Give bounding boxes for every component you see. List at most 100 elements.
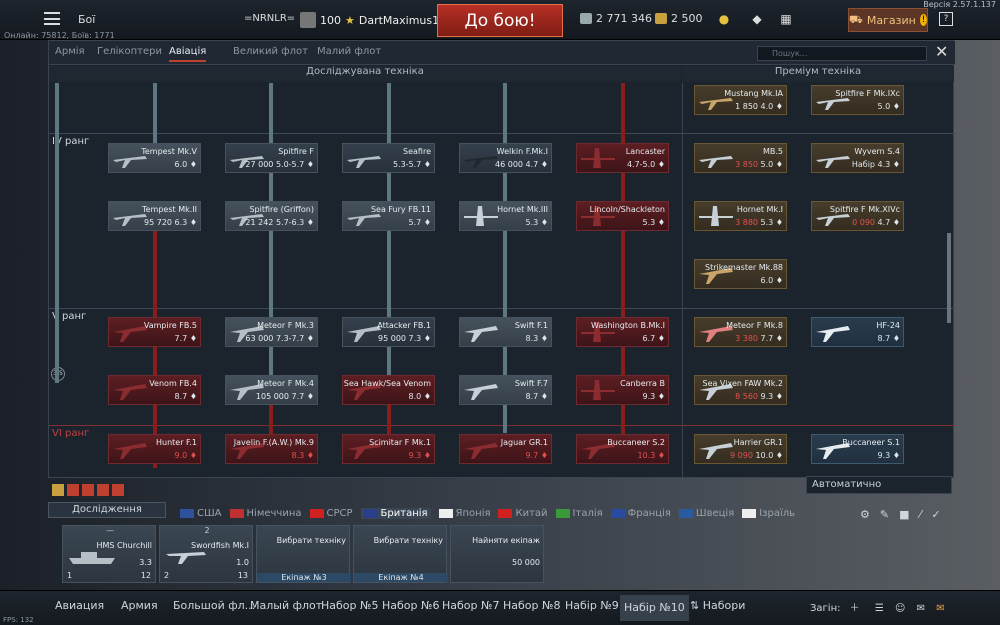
vehicle-card[interactable]: Spitfire (Griffon) 21 242 5.7-6.3 ♦ — [225, 201, 318, 231]
vehicle-card[interactable]: Scimitar F Mk.1 9.3 ♦ — [342, 434, 435, 464]
sort-icon[interactable]: ⁄ — [920, 508, 922, 521]
auto-select[interactable]: Автоматично — [806, 476, 952, 494]
vehicle-card[interactable]: Seafire 5.3-5.7 ♦ — [342, 143, 435, 173]
square-icon[interactable]: ■ — [899, 508, 909, 521]
premium-vehicle-card[interactable]: MB.5 3 850 5.0 ♦ — [694, 143, 787, 173]
vehicle-card[interactable]: Sea Fury FB.11 5.7 ♦ — [342, 201, 435, 231]
hire-crew-slot[interactable]: Найняти екіпаж 50 000 — [450, 525, 544, 583]
wrench-icon[interactable]: ✎ — [880, 508, 889, 521]
vehicle-card[interactable]: Swift F.1 8.3 ♦ — [459, 317, 552, 347]
cart-icon: ⛟ — [849, 12, 863, 26]
player-info[interactable]: 100 ★ DartMaximus1 — [300, 8, 439, 32]
vehicle-card[interactable]: Canberra B 9.3 ♦ — [576, 375, 669, 405]
premium-vehicle-card[interactable]: Mustang Mk.IA 1 850 4.0 ♦ — [694, 85, 787, 115]
tab-helicopters[interactable]: Гелікоптери — [97, 46, 162, 57]
help-button[interactable]: ? — [939, 12, 953, 26]
vehicle-card[interactable]: Meteor F Mk.4 105 000 7.7 ♦ — [225, 375, 318, 405]
add-icon[interactable]: ＋ — [850, 603, 860, 614]
battle-button[interactable]: До бою! — [437, 4, 563, 37]
tab-aviation[interactable]: Авіація — [169, 46, 207, 62]
nation-italy[interactable]: Італія — [555, 508, 603, 519]
connector-line — [153, 83, 157, 143]
vehicle-card[interactable]: Attacker FB.1 95 000 7.3 ♦ — [342, 317, 435, 347]
list-icon[interactable]: ☰ — [875, 603, 884, 614]
scrollbar[interactable] — [947, 233, 951, 323]
vehicle-card[interactable]: Lincoln/Shackleton 5.3 ♦ — [576, 201, 669, 231]
tab-bluewater[interactable]: Великий флот — [233, 46, 308, 57]
vehicle-card[interactable]: Spitfire F 27 000 5.0-5.7 ♦ — [225, 143, 318, 173]
nation-germany[interactable]: Німеччина — [229, 508, 302, 519]
premium-vehicle-card[interactable]: Buccaneer S.1 9.3 ♦ — [811, 434, 904, 464]
crew-slot[interactable]: — HMS Churchill 3.3 1 12 — [62, 525, 156, 583]
vehicle-card[interactable]: Vampire FB.5 7.7 ♦ — [108, 317, 201, 347]
vehicle-card[interactable]: Venom FB.4 8.7 ♦ — [108, 375, 201, 405]
nation-china[interactable]: Китай — [498, 508, 548, 519]
crew-slot[interactable]: 2 Swordfish Mk.I 1.0 2 13 — [159, 525, 253, 583]
nation-usa[interactable]: США — [180, 508, 222, 519]
tab-army[interactable]: Армія — [55, 46, 85, 57]
preset-tab[interactable]: Набір №9 — [565, 599, 619, 612]
gold-icon — [655, 13, 667, 24]
crew-slot-empty[interactable]: Вибрати техніку Екіпаж №3 — [256, 525, 351, 583]
vehicle-card[interactable]: Sea Hawk/Sea Venom 8.0 ♦ — [342, 375, 435, 405]
presets-menu[interactable]: ⇅ Набори — [690, 599, 745, 612]
nation-japan[interactable]: Японія — [438, 508, 490, 519]
vehicle-card[interactable]: Jaguar GR.1 9.7 ♦ — [459, 434, 552, 464]
preset-tab[interactable]: Авиация — [55, 599, 104, 612]
gear-icon[interactable]: ⚙ — [860, 508, 870, 521]
preset-tab[interactable]: Набор №7 — [442, 599, 499, 612]
preset-tab[interactable]: Малый флот — [250, 599, 322, 612]
research-dropdown[interactable]: Дослідження — [48, 502, 166, 518]
premium-vehicle-card[interactable]: Wyvern S.4 Набір 4.3 ♦ — [811, 143, 904, 173]
tickets-icon[interactable]: ▦ — [779, 12, 793, 26]
nation-ussr[interactable]: СРСР — [309, 508, 353, 519]
preset-tab[interactable]: Набор №6 — [382, 599, 439, 612]
premium-vehicle-card[interactable]: Harrier GR.1 9 090 10.0 ♦ — [694, 434, 787, 464]
preset-tab[interactable]: Набор №5 — [321, 599, 378, 612]
preset-tab[interactable]: Большой фл... — [173, 599, 255, 612]
menu-icon[interactable] — [44, 12, 60, 25]
vehicle-card[interactable]: Meteor F Mk.3 63 000 7.3-7.7 ♦ — [225, 317, 318, 347]
premium-icon[interactable]: ◆ — [750, 12, 764, 26]
search-input[interactable]: Пошук... — [757, 46, 927, 61]
close-icon[interactable]: ✕ — [935, 43, 948, 61]
crew-slot-empty[interactable]: Вибрати техніку Екіпаж №4 — [353, 525, 448, 583]
vehicle-card[interactable]: Swift F.7 8.7 ♦ — [459, 375, 552, 405]
premium-vehicle-card[interactable]: Spitfire F Mk.IXc 5.0 ♦ — [811, 85, 904, 115]
premium-vehicle-card[interactable]: Hornet Mk.I 3 880 5.3 ♦ — [694, 201, 787, 231]
silver-icon — [580, 13, 592, 24]
tab-coastal[interactable]: Малий флот — [317, 46, 381, 57]
game-mode[interactable]: Бої — [78, 13, 95, 26]
premium-vehicle-card[interactable]: Sea Vixen FAW Mk.2 8 560 9.3 ♦ — [694, 375, 787, 405]
nation-britain[interactable]: Британія — [360, 508, 431, 519]
premium-vehicle-card[interactable]: Meteor F Mk.8 3 380 7.7 ♦ — [694, 317, 787, 347]
premium-vehicle-card[interactable]: Strikemaster Mk.88 6.0 ♦ — [694, 259, 787, 289]
premium-vehicle-card[interactable]: Spitfire F Mk.XIVc 0 090 4.7 ♦ — [811, 201, 904, 231]
squad-tag: =NRNLR= — [244, 13, 296, 24]
vehicle-card[interactable]: Lancaster 4.7-5.0 ♦ — [576, 143, 669, 173]
check-icon[interactable]: ✓ — [931, 508, 940, 521]
vehicle-card[interactable]: Tempest Mk.V 6.0 ♦ — [108, 143, 201, 173]
nation-israel[interactable]: Ізраїль — [742, 508, 795, 519]
vehicle-card[interactable]: Buccaneer S.2 10.3 ♦ — [576, 434, 669, 464]
preset-tab[interactable]: Армия — [121, 599, 158, 612]
friends-icon[interactable]: ☺ — [895, 603, 905, 614]
mail-icon[interactable]: ✉ — [936, 603, 944, 614]
vehicle-card[interactable]: Welkin F.Mk.I 46 000 4.7 ♦ — [459, 143, 552, 173]
vehicle-card[interactable]: Hornet Mk.III 5.3 ♦ — [459, 201, 552, 231]
chat-icon[interactable]: ✉ — [917, 603, 925, 614]
top-bar: Бої =NRNLR= 100 ★ DartMaximus1 До бою! 2… — [0, 0, 1000, 40]
tree-area[interactable]: IV ранг V ранг VI ранг 3/5 Tempest Mk.V … — [49, 83, 955, 478]
nation-sweden[interactable]: Швеція — [678, 508, 734, 519]
vehicle-card[interactable]: Tempest Mk.II 95 720 6.3 ♦ — [108, 201, 201, 231]
premium-vehicle-card[interactable]: HF-24 8.7 ♦ — [811, 317, 904, 347]
vehicle-card[interactable]: Javelin F.(A.W.) Mk.9 8.3 ♦ — [225, 434, 318, 464]
flag-china-icon — [498, 509, 513, 518]
vehicle-card[interactable]: Washington B.Mk.I 6.7 ♦ — [576, 317, 669, 347]
nation-france[interactable]: Франція — [610, 508, 671, 519]
preset-tab-active[interactable]: Набір №10 — [620, 595, 689, 621]
vehicle-card[interactable]: Hunter F.1 9.0 ♦ — [108, 434, 201, 464]
preset-tab[interactable]: Набор №8 — [503, 599, 560, 612]
shop-button[interactable]: ⛟ Магазин! — [848, 8, 928, 32]
lightbulb-icon[interactable]: ● — [717, 12, 731, 26]
